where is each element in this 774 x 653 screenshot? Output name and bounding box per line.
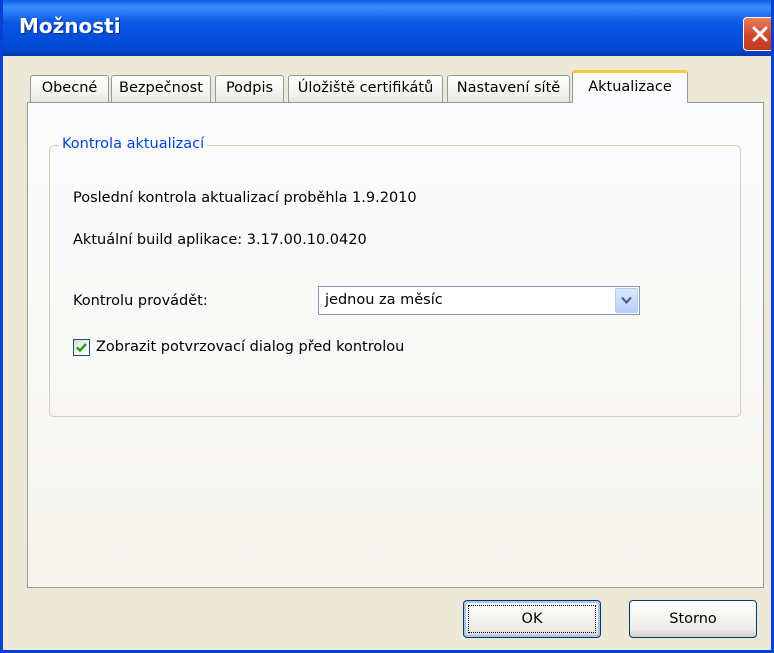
build-version-text: Aktuální build aplikace: 3.17.00.10.0420 xyxy=(73,232,367,248)
cancel-button[interactable]: Storno xyxy=(629,600,757,638)
cancel-button-label: Storno xyxy=(669,611,717,627)
update-check-group: Kontrola aktualizací Poslední kontrola a… xyxy=(49,136,741,417)
options-dialog: Možnosti Obecné Bezpečnost Podpis Úložiš… xyxy=(0,0,774,653)
tab-podpis[interactable]: Podpis xyxy=(215,75,284,102)
tab-uloziste-certifikatu[interactable]: Úložiště certifikátů xyxy=(288,75,443,102)
window-title: Možnosti xyxy=(19,14,121,38)
chevron-down-icon xyxy=(621,296,632,305)
tab-obecne[interactable]: Obecné xyxy=(30,75,109,102)
close-button[interactable] xyxy=(743,17,771,51)
group-title: Kontrola aktualizací xyxy=(59,136,208,152)
ok-button[interactable]: OK xyxy=(463,600,601,638)
updates-panel: Kontrola aktualizací Poslední kontrola a… xyxy=(27,102,764,588)
last-check-text: Poslední kontrola aktualizací proběhla 1… xyxy=(73,190,417,206)
close-icon xyxy=(752,26,768,42)
tab-aktualizace[interactable]: Aktualizace xyxy=(572,70,688,103)
frequency-dropdown-button[interactable] xyxy=(615,288,638,313)
confirm-dialog-checkbox[interactable] xyxy=(73,339,90,356)
confirm-dialog-label[interactable]: Zobrazit potvrzovací dialog před kontrol… xyxy=(96,339,404,355)
frequency-label: Kontrolu provádět: xyxy=(73,293,208,309)
title-bar[interactable]: Možnosti xyxy=(3,0,771,56)
tab-bezpecnost[interactable]: Bezpečnost xyxy=(111,75,211,102)
tab-nastaveni-site[interactable]: Nastavení sítě xyxy=(447,75,570,102)
frequency-value: jednou za měsíc xyxy=(325,292,443,308)
focus-indicator xyxy=(468,605,596,633)
checkmark-icon xyxy=(76,343,87,353)
frequency-select[interactable]: jednou za měsíc xyxy=(318,286,640,315)
